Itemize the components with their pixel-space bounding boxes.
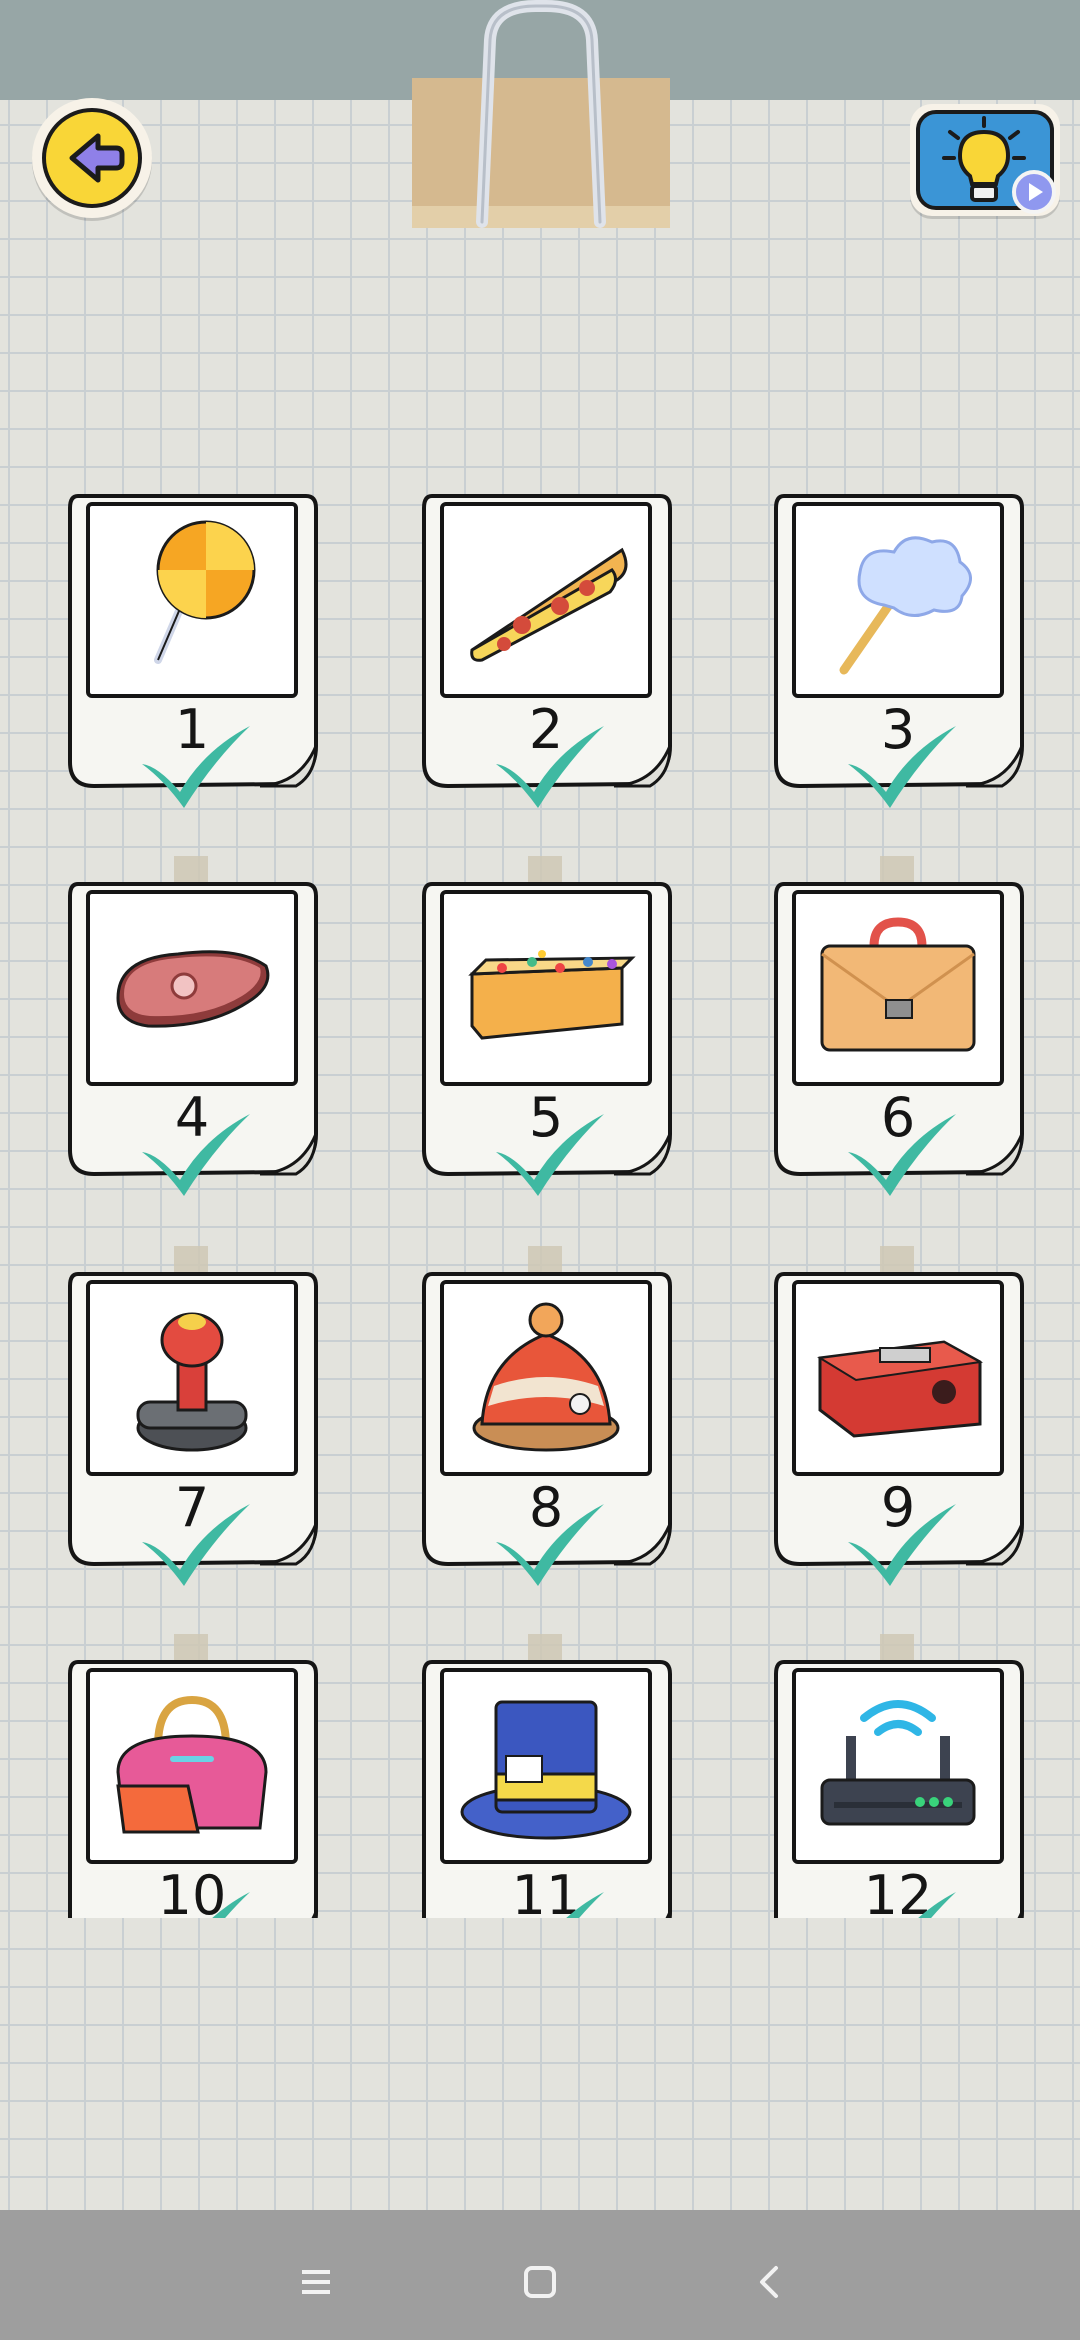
- level-card[interactable]: 12: [770, 1656, 1026, 1918]
- steak-icon: [116, 950, 270, 1028]
- handbag-icon: [116, 1695, 268, 1834]
- level-card[interactable]: 11: [418, 1656, 674, 1918]
- arrow-left-icon: [69, 133, 125, 183]
- home-square-icon[interactable]: [520, 2262, 560, 2302]
- back-button[interactable]: [32, 98, 152, 218]
- pizza-slice-icon: [470, 547, 628, 662]
- checkmark-icon: [848, 1114, 956, 1196]
- binder-clip-icon: [412, 0, 670, 228]
- briefcase-icon: [820, 917, 976, 1052]
- checkmark-icon: [212, 1892, 250, 1918]
- level-card[interactable]: 6: [770, 878, 1026, 1196]
- checkmark-icon: [142, 726, 250, 808]
- level-card[interactable]: 1: [64, 490, 320, 808]
- sprinkle-cake-icon: [468, 950, 636, 1040]
- wifi-router-icon: [820, 1700, 976, 1826]
- top-hat-icon: [460, 1700, 632, 1840]
- checkmark-icon: [566, 1892, 604, 1918]
- level-card[interactable]: 3: [770, 490, 1026, 808]
- back-chevron-icon[interactable]: [750, 2262, 790, 2302]
- checkmark-icon: [496, 726, 604, 808]
- level-card[interactable]: 8: [418, 1268, 674, 1586]
- lollipop-icon: [154, 520, 256, 664]
- hint-button[interactable]: [910, 104, 1060, 216]
- level-card[interactable]: 4: [64, 878, 320, 1196]
- checkmark-icon: [918, 1892, 956, 1918]
- cotton-candy-icon: [839, 536, 972, 675]
- system-navigation-bar: [0, 2210, 1080, 2340]
- rubber-stamp-icon: [136, 1312, 248, 1452]
- level-card[interactable]: 5: [418, 878, 674, 1196]
- level-card[interactable]: 7: [64, 1268, 320, 1586]
- checkmark-icon: [496, 1504, 604, 1586]
- checkmark-icon: [848, 726, 956, 808]
- level-grid: 1 2 3 4 5 6 7 8 9 10 11 12: [0, 490, 1080, 1918]
- level-card[interactable]: 2: [418, 490, 674, 808]
- level-card[interactable]: 9: [770, 1268, 1026, 1586]
- checkmark-icon: [142, 1114, 250, 1196]
- checkmark-icon: [848, 1504, 956, 1586]
- pencil-sharpener-icon: [817, 1340, 984, 1438]
- level-card[interactable]: 10: [64, 1656, 320, 1918]
- menu-icon[interactable]: [296, 2262, 336, 2302]
- checkmark-icon: [142, 1504, 250, 1586]
- checkmark-icon: [496, 1114, 604, 1196]
- play-video-icon: [1012, 170, 1056, 214]
- knit-hat-icon: [472, 1302, 620, 1452]
